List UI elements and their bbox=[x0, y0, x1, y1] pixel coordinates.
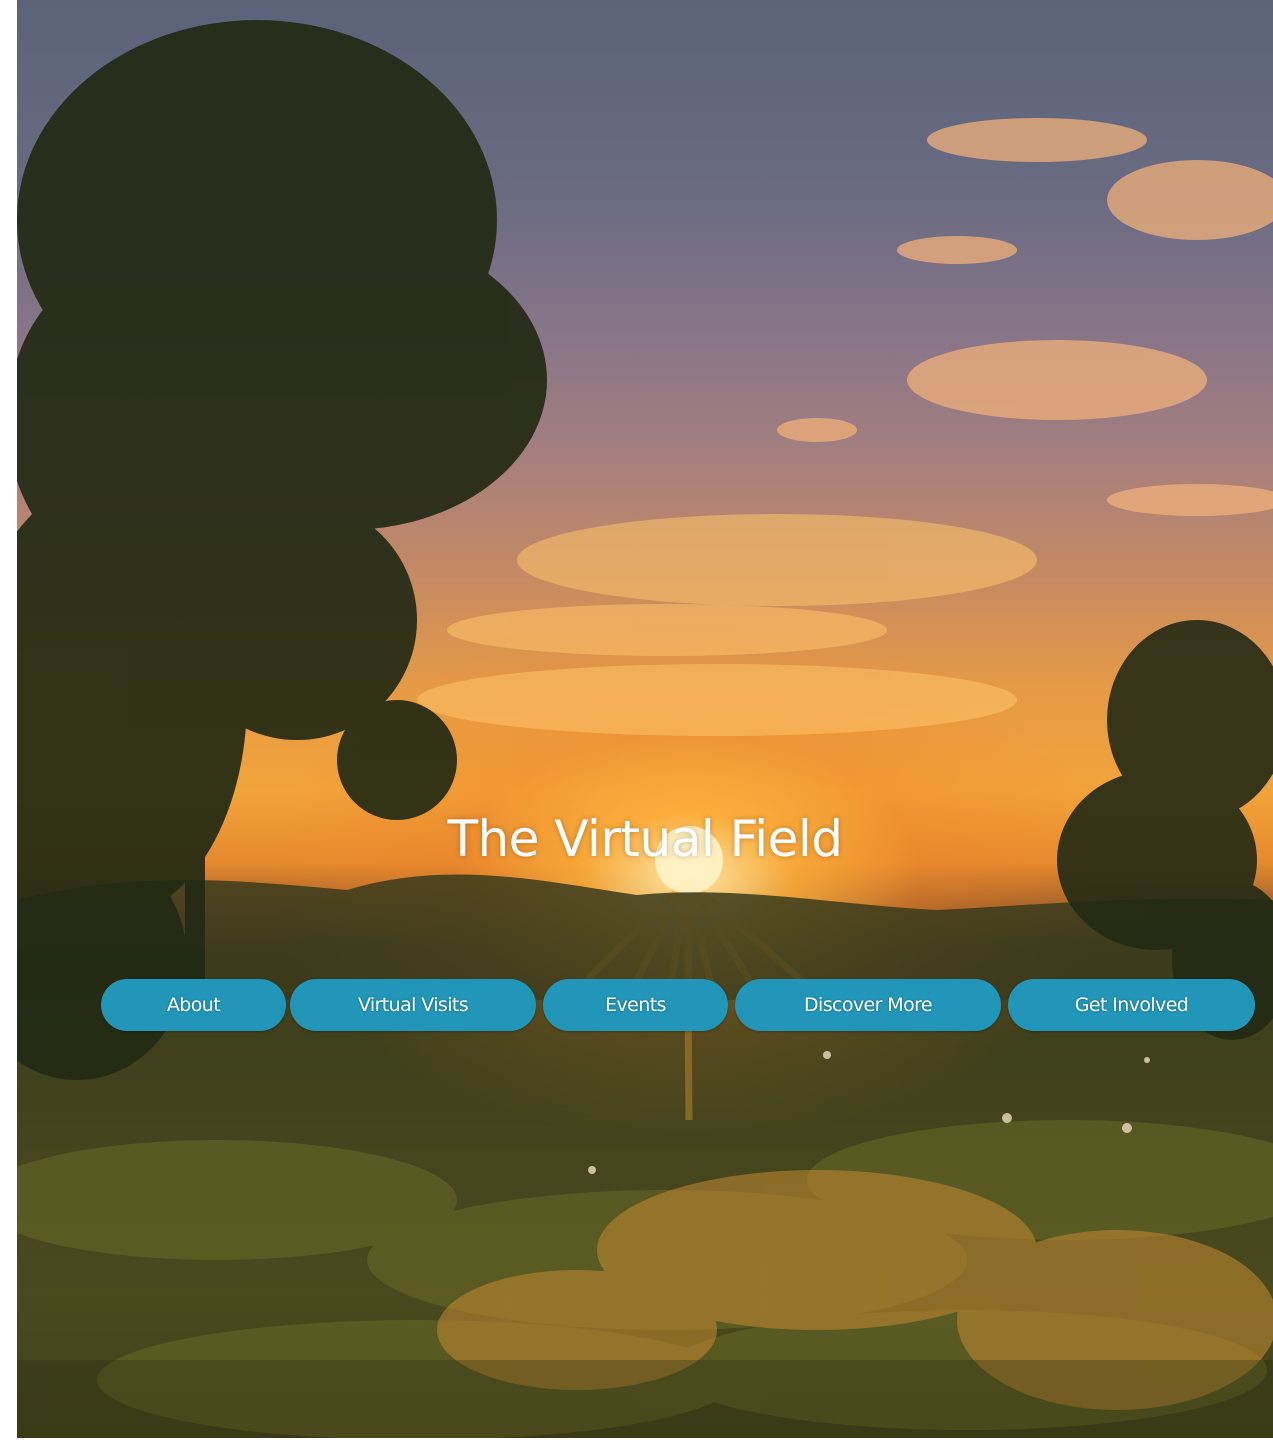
nav-button-virtual-visits[interactable]: Virtual Visits bbox=[290, 979, 536, 1031]
main-navigation: About Virtual Visits Events Discover Mor… bbox=[17, 979, 1273, 1031]
nav-button-about[interactable]: About bbox=[101, 979, 286, 1031]
page: The Virtual Field About Virtual Visits E… bbox=[0, 0, 1273, 1440]
hero-section: The Virtual Field About Virtual Visits E… bbox=[17, 0, 1273, 1438]
nav-button-events[interactable]: Events bbox=[543, 979, 728, 1031]
nav-button-discover-more[interactable]: Discover More bbox=[735, 979, 1001, 1031]
hero-background-image bbox=[17, 20, 1273, 1438]
nav-button-get-involved[interactable]: Get Involved bbox=[1008, 979, 1255, 1031]
page-title: The Virtual Field bbox=[447, 810, 843, 868]
